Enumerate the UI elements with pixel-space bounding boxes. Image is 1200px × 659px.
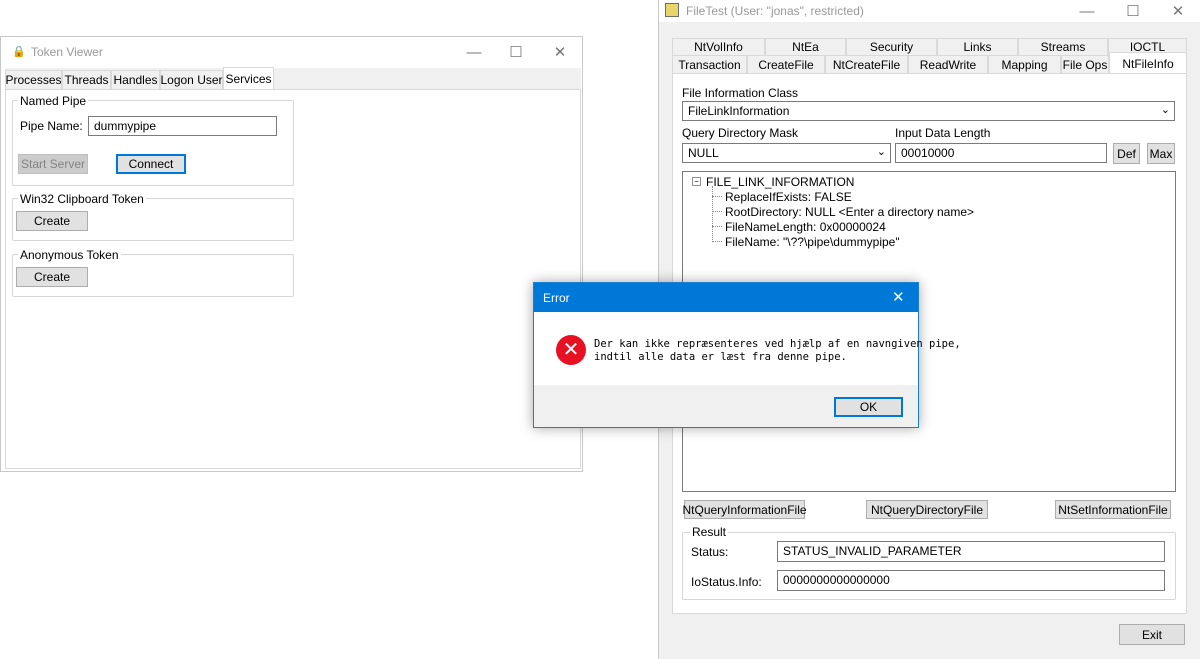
tab-createfile[interactable]: CreateFile — [747, 55, 825, 73]
tree-root[interactable]: FILE_LINK_INFORMATION — [706, 175, 854, 189]
tab-ntcreatefile[interactable]: NtCreateFile — [825, 55, 908, 73]
error-dialog: Error ✕ ✕ Der kan ikke repræsenteres ved… — [533, 282, 961, 428]
token-viewer-window: 🔒 Token Viewer — ☐ ✕ Processes Threads H… — [0, 36, 583, 472]
tree-connector — [712, 241, 722, 242]
result-group-label: Result — [690, 525, 729, 539]
filetest-titlebar[interactable]: FileTest (User: "jonas", restricted) — ☐… — [659, 0, 1200, 22]
iostatus-label: IoStatus.Info: — [691, 575, 762, 589]
ok-button[interactable]: OK — [834, 397, 903, 417]
error-dialog-title: Error — [543, 291, 570, 305]
pipe-name-input[interactable]: dummypipe — [88, 116, 277, 136]
tree-connector — [712, 211, 722, 212]
status-label: Status: — [691, 545, 729, 559]
pipe-name-label: Pipe Name: — [20, 119, 83, 133]
close-button[interactable]: ✕ — [537, 37, 583, 67]
tree-connector — [712, 186, 713, 242]
chevron-down-icon: ⌄ — [876, 146, 886, 158]
anonymous-group-label: Anonymous Token — [18, 248, 121, 262]
tab-processes[interactable]: Processes — [5, 70, 62, 89]
nt-set-information-file-button[interactable]: NtSetInformationFile — [1055, 500, 1171, 519]
nt-query-directory-file-button[interactable]: NtQueryDirectoryFile — [866, 500, 988, 519]
tab-transaction[interactable]: Transaction — [672, 55, 747, 73]
file-info-class-label: File Information Class — [682, 86, 799, 100]
tree-item[interactable]: RootDirectory: NULL <Enter a directory n… — [725, 205, 974, 219]
query-mask-label: Query Directory Mask — [682, 126, 799, 140]
iostatus-field[interactable]: 0000000000000000 — [777, 570, 1165, 591]
clipboard-group-label: Win32 Clipboard Token — [18, 192, 146, 206]
max-button[interactable]: Max — [1147, 143, 1175, 164]
chevron-down-icon: ⌄ — [1160, 104, 1170, 116]
tab-streams[interactable]: Streams — [1018, 38, 1108, 55]
connect-button[interactable]: Connect — [116, 154, 186, 174]
tree-connector — [712, 226, 722, 227]
maximize-button[interactable]: ☐ — [493, 37, 539, 67]
anonymous-create-button[interactable]: Create — [16, 267, 88, 287]
maximize-button[interactable]: ☐ — [1110, 0, 1156, 22]
minimize-button[interactable]: — — [451, 37, 497, 67]
exit-button[interactable]: Exit — [1119, 624, 1185, 645]
tab-file-ops[interactable]: File Ops — [1061, 55, 1109, 73]
named-pipe-group-label: Named Pipe — [18, 94, 89, 108]
token-viewer-titlebar[interactable]: 🔒 Token Viewer — ☐ ✕ — [1, 37, 582, 67]
error-message-line1: Der kan ikke repræsenteres ved hjælp af … — [594, 338, 961, 350]
file-info-class-select[interactable]: FileLinkInformation ⌄ — [682, 101, 1175, 121]
input-length-label: Input Data Length — [895, 126, 991, 140]
lock-icon: 🔒 — [12, 46, 26, 58]
app-icon — [665, 3, 679, 17]
tab-ntfileinfo[interactable]: NtFileInfo — [1109, 52, 1187, 74]
error-icon: ✕ — [556, 335, 586, 365]
query-mask-value: NULL — [688, 146, 719, 160]
input-length-field[interactable]: 00010000 — [895, 143, 1107, 163]
clipboard-create-button[interactable]: Create — [16, 211, 88, 231]
tree-collapse-icon[interactable]: − — [692, 177, 701, 186]
query-mask-select[interactable]: NULL ⌄ — [682, 143, 891, 163]
tree-item[interactable]: FileName: "\??\pipe\dummypipe" — [725, 235, 900, 249]
tab-links[interactable]: Links — [937, 38, 1018, 55]
error-message-line2: indtil alle data er læst fra denne pipe. — [594, 351, 847, 363]
tab-logon-user[interactable]: Logon User — [160, 70, 223, 89]
error-dialog-titlebar[interactable]: Error ✕ — [534, 283, 918, 312]
tab-security[interactable]: Security — [846, 38, 937, 55]
minimize-button[interactable]: — — [1064, 0, 1110, 22]
start-server-button[interactable]: Start Server — [18, 154, 88, 174]
file-info-class-value: FileLinkInformation — [688, 104, 790, 118]
def-button[interactable]: Def — [1113, 143, 1140, 164]
tree-connector — [712, 196, 722, 197]
tab-services[interactable]: Services — [223, 67, 274, 89]
nt-query-information-file-button[interactable]: NtQueryInformationFile — [682, 500, 807, 519]
window-title: Token Viewer — [31, 45, 103, 59]
window-title: FileTest (User: "jonas", restricted) — [686, 4, 864, 18]
close-icon[interactable]: ✕ — [892, 288, 905, 306]
tab-threads[interactable]: Threads — [62, 70, 111, 89]
close-button[interactable]: ✕ — [1155, 0, 1200, 22]
tab-handles[interactable]: Handles — [111, 70, 160, 89]
tab-mapping[interactable]: Mapping — [988, 55, 1061, 73]
tab-ntea[interactable]: NtEa — [765, 38, 846, 55]
tree-item[interactable]: ReplaceIfExists: FALSE — [725, 190, 852, 204]
tab-ntvolinfo[interactable]: NtVolInfo — [672, 38, 765, 55]
tree-item[interactable]: FileNameLength: 0x00000024 — [725, 220, 886, 234]
tab-readwrite[interactable]: ReadWrite — [908, 55, 988, 73]
status-field[interactable]: STATUS_INVALID_PARAMETER — [777, 541, 1165, 562]
